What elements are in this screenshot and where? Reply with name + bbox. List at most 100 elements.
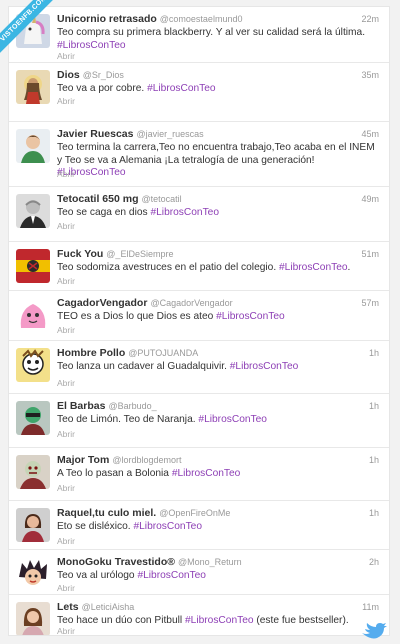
hashtag-link[interactable]: #LibrosConTeo xyxy=(150,207,219,218)
tweet-item[interactable]: El Barbas @Barbudo_ 1h Teo de Limón. Teo … xyxy=(9,394,389,448)
user-name[interactable]: Dios xyxy=(57,69,80,81)
open-link[interactable]: Abrir xyxy=(57,169,75,179)
open-link[interactable]: Abrir xyxy=(57,276,75,286)
tweet-time[interactable]: 1h xyxy=(369,455,379,465)
cartoon-avatar[interactable] xyxy=(16,348,50,382)
tweet-header: Tetocatil 650 mg @tetocatil 49m xyxy=(57,193,379,207)
tweet-time[interactable]: 57m xyxy=(361,298,379,308)
jesus-avatar[interactable] xyxy=(16,70,50,104)
hashtag-link[interactable]: #LibrosConTeo xyxy=(57,40,126,51)
tweet-header: Raquel,tu culo miel. @OpenFireOnMe 1h xyxy=(57,507,379,521)
user-handle[interactable]: @_ElDeSiempre xyxy=(106,249,173,259)
tweet-time[interactable]: 35m xyxy=(361,70,379,80)
open-link[interactable]: Abrir xyxy=(57,536,75,546)
tweet-item[interactable]: Hombre Pollo @PUTOJUANDA 1h Teo lanza un … xyxy=(9,341,389,394)
tweet-body: Teo compra su primera blackberry. Y al v… xyxy=(57,27,366,38)
tweet-time[interactable]: 1h xyxy=(369,348,379,358)
open-link[interactable]: Abrir xyxy=(57,378,75,388)
user-handle[interactable]: @CagadorVengador xyxy=(150,298,232,308)
tweet-text: Teo sodomiza avestruces en el patio del … xyxy=(57,262,381,275)
tweet-item[interactable]: MonoGoku Travestido® @Mono_Return 2h Teo … xyxy=(9,550,389,595)
hashtag-link[interactable]: #LibrosConTeo xyxy=(279,262,348,273)
user-name[interactable]: Fuck You xyxy=(57,248,103,260)
old-man-avatar[interactable] xyxy=(16,194,50,228)
bird-icon xyxy=(362,623,387,639)
person-avatar[interactable] xyxy=(16,129,50,163)
girl-avatar[interactable] xyxy=(16,508,50,542)
open-link[interactable]: Abrir xyxy=(57,51,75,61)
tweet-time[interactable]: 22m xyxy=(361,14,379,24)
tweet-time[interactable]: 1h xyxy=(369,508,379,518)
open-link[interactable]: Abrir xyxy=(57,325,75,335)
tweet-time[interactable]: 45m xyxy=(361,129,379,139)
tweet-time[interactable]: 49m xyxy=(361,194,379,204)
open-link[interactable]: Abrir xyxy=(57,483,75,493)
hashtag-link[interactable]: #LibrosConTeo xyxy=(137,570,206,581)
user-handle[interactable]: @LeticiAisha xyxy=(82,602,135,612)
tweet-body: Teo termina la carrera,Teo no encuentra … xyxy=(57,142,375,166)
tweet-header: MonoGoku Travestido® @Mono_Return 2h xyxy=(57,556,379,570)
hashtag-link[interactable]: #LibrosConTeo xyxy=(185,615,254,626)
user-handle[interactable]: @tetocatil xyxy=(142,194,182,204)
user-handle[interactable]: @javier_ruescas xyxy=(136,129,203,139)
user-name[interactable]: Lets xyxy=(57,601,79,613)
tweet-time[interactable]: 11m xyxy=(362,602,379,612)
tweet-body: Teo se caga en dios xyxy=(57,207,148,218)
user-name[interactable]: MonoGoku Travestido® xyxy=(57,556,175,568)
tweet-text: Teo compra su primera blackberry. Y al v… xyxy=(57,27,381,52)
user-name[interactable]: Unicornio retrasado xyxy=(57,13,157,25)
user-handle[interactable]: @lordblogdemort xyxy=(112,455,181,465)
hashtag-link[interactable]: #LibrosConTeo xyxy=(147,83,216,94)
tweet-header: Fuck You @_ElDeSiempre 51m xyxy=(57,248,379,262)
user-handle[interactable]: @OpenFireOnMe xyxy=(159,508,230,518)
user-handle[interactable]: @Barbudo_ xyxy=(108,401,156,411)
user-name[interactable]: CagadorVengador xyxy=(57,297,147,309)
tweet-item[interactable]: Raquel,tu culo miel. @OpenFireOnMe 1h Eto… xyxy=(9,501,389,550)
tweet-time[interactable]: 1h xyxy=(369,401,379,411)
tweet-item[interactable]: Lets @LeticiAisha 11m Teo hace un dúo con… xyxy=(9,595,389,635)
hashtag-link[interactable]: #LibrosConTeo xyxy=(216,311,285,322)
tweet-body: Teo lanza un cadaver al Guadalquivir. xyxy=(57,361,227,372)
hashtag-link[interactable]: #LibrosConTeo xyxy=(133,521,202,532)
unicorn-avatar[interactable] xyxy=(16,14,50,48)
masked-avatar[interactable] xyxy=(16,401,50,435)
user-name[interactable]: Tetocatil 650 mg xyxy=(57,193,139,205)
tweet-text: Teo termina la carrera,Teo no encuentra … xyxy=(57,142,381,180)
tweet-header: Dios @Sr_Dios 35m xyxy=(57,69,379,83)
user-name[interactable]: Major Tom xyxy=(57,454,109,466)
user-name[interactable]: El Barbas xyxy=(57,400,105,412)
user-name[interactable]: Hombre Pollo xyxy=(57,347,125,359)
user-handle[interactable]: @Sr_Dios xyxy=(83,70,124,80)
tweet-header: Javier Ruescas @javier_ruescas 45m xyxy=(57,128,379,142)
open-link[interactable]: Abrir xyxy=(57,429,75,439)
tweet-time[interactable]: 2h xyxy=(369,557,379,567)
hashtag-link[interactable]: #LibrosConTeo xyxy=(198,414,267,425)
user-name[interactable]: Raquel,tu culo miel. xyxy=(57,507,156,519)
hashtag-link[interactable]: #LibrosConTeo xyxy=(230,361,299,372)
anime-avatar[interactable] xyxy=(16,557,50,591)
woman-avatar[interactable] xyxy=(16,602,50,635)
user-handle[interactable]: @PUTOJUANDA xyxy=(128,348,198,358)
tweet-body: Teo va al urólogo xyxy=(57,570,135,581)
tweet-item[interactable]: Tetocatil 650 mg @tetocatil 49m Teo se ca… xyxy=(9,187,389,242)
hashtag-link[interactable]: #LibrosConTeo xyxy=(172,468,241,479)
open-link[interactable]: Abrir xyxy=(57,221,75,231)
user-handle[interactable]: @comoestaelmund0 xyxy=(160,14,243,24)
open-link[interactable]: Abrir xyxy=(57,583,75,593)
zombie-avatar[interactable] xyxy=(16,455,50,489)
flag-avatar[interactable] xyxy=(16,249,50,283)
tweet-item[interactable]: Major Tom @lordblogdemort 1h A Teo lo pas… xyxy=(9,448,389,501)
tweet-item[interactable]: CagadorVengador @CagadorVengador 57m TEO … xyxy=(9,291,389,341)
user-name[interactable]: Javier Ruescas xyxy=(57,128,133,140)
tweet-feed: Unicornio retrasado @comoestaelmund0 22m … xyxy=(8,6,390,636)
tweet-item[interactable]: Dios @Sr_Dios 35m Teo va a por cobre. #Li… xyxy=(9,63,389,122)
pink-blob-avatar[interactable] xyxy=(16,298,50,332)
open-link[interactable]: Abrir xyxy=(57,626,75,635)
tweet-time[interactable]: 51m xyxy=(361,249,379,259)
tweet-item[interactable]: Unicornio retrasado @comoestaelmund0 22m … xyxy=(9,7,389,63)
tweet-item[interactable]: Javier Ruescas @javier_ruescas 45m Teo te… xyxy=(9,122,389,187)
tweet-item[interactable]: Fuck You @_ElDeSiempre 51m Teo sodomiza a… xyxy=(9,242,389,291)
user-handle[interactable]: @Mono_Return xyxy=(178,557,242,567)
tweet-text: Teo de Limón. Teo de Naranja. #LibrosCon… xyxy=(57,414,381,427)
open-link[interactable]: Abrir xyxy=(57,96,75,106)
